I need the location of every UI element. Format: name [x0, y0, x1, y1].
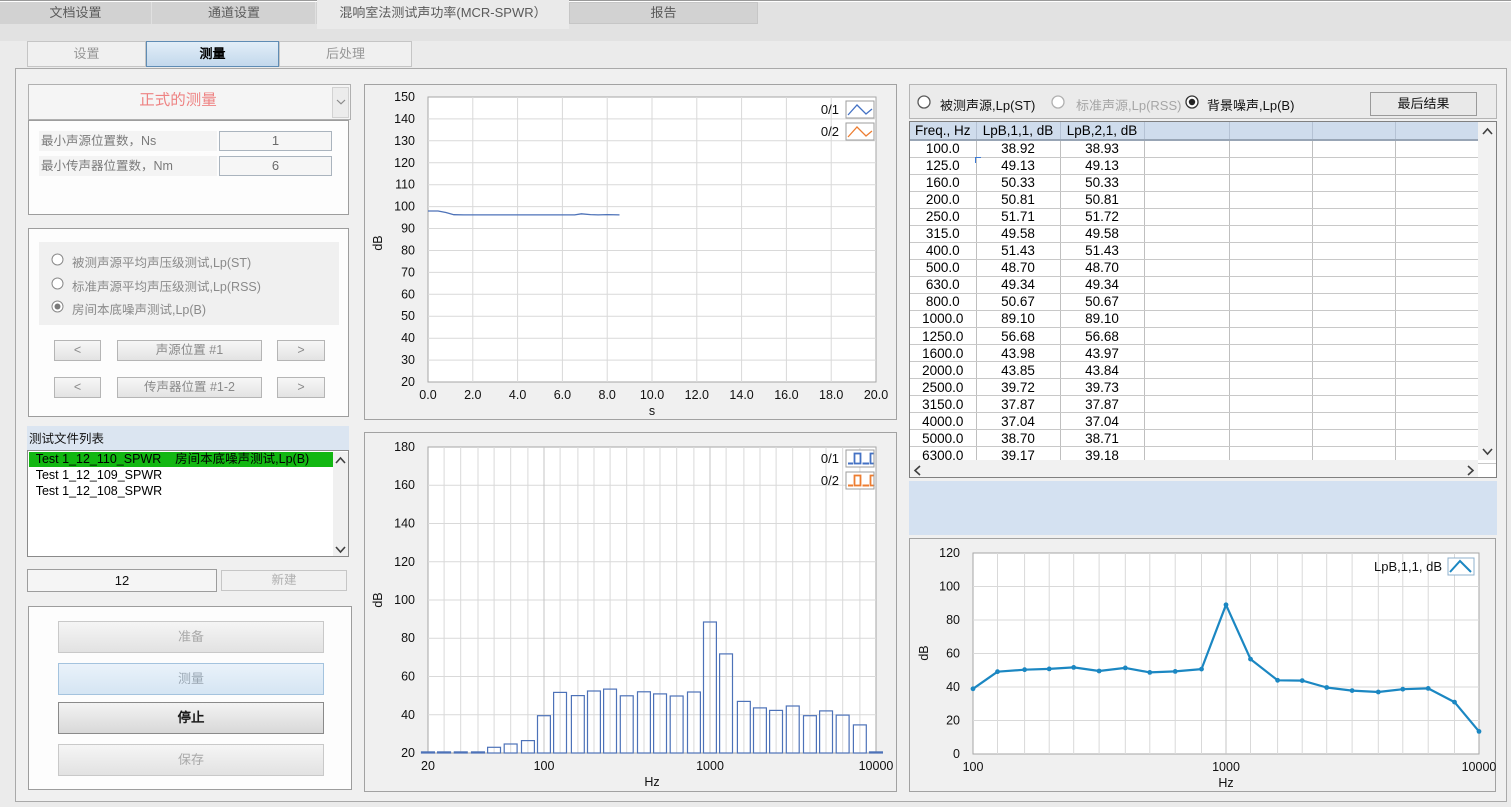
svg-text:70: 70	[401, 265, 415, 279]
svg-text:40: 40	[946, 680, 960, 694]
svg-text:100: 100	[394, 593, 415, 607]
svg-text:110: 110	[395, 178, 415, 192]
svg-text:60: 60	[401, 670, 415, 684]
svg-text:14.0: 14.0	[729, 388, 753, 402]
svg-text:20: 20	[946, 714, 960, 728]
svg-text:20: 20	[421, 759, 435, 773]
svg-text:120: 120	[394, 156, 415, 170]
svg-text:dB: dB	[917, 645, 931, 660]
svg-text:1000: 1000	[1212, 760, 1240, 774]
svg-text:100: 100	[534, 759, 555, 773]
svg-text:80: 80	[401, 631, 415, 645]
svg-text:140: 140	[394, 112, 415, 126]
svg-text:18.0: 18.0	[819, 388, 843, 402]
svg-text:12.0: 12.0	[685, 388, 709, 402]
svg-text:Hz: Hz	[1218, 776, 1233, 790]
svg-text:16.0: 16.0	[774, 388, 798, 402]
svg-text:0.0: 0.0	[419, 388, 436, 402]
svg-text:140: 140	[394, 517, 415, 531]
svg-text:LpB,1,1, dB: LpB,1,1, dB	[1374, 559, 1442, 574]
svg-text:8.0: 8.0	[599, 388, 616, 402]
svg-text:10000: 10000	[859, 759, 894, 773]
svg-text:20.0: 20.0	[864, 388, 888, 402]
svg-text:4.0: 4.0	[509, 388, 526, 402]
svg-text:90: 90	[401, 222, 415, 236]
svg-text:50: 50	[401, 309, 415, 323]
svg-text:80: 80	[401, 244, 415, 258]
svg-text:0/2: 0/2	[821, 124, 839, 139]
svg-text:130: 130	[394, 134, 415, 148]
svg-text:s: s	[649, 404, 655, 418]
svg-text:40: 40	[401, 708, 415, 722]
svg-text:40: 40	[401, 331, 415, 345]
svg-text:20: 20	[401, 375, 415, 389]
svg-text:dB: dB	[371, 592, 385, 607]
svg-text:100: 100	[394, 200, 415, 214]
svg-text:120: 120	[394, 555, 415, 569]
svg-text:2.0: 2.0	[464, 388, 481, 402]
svg-text:100: 100	[963, 760, 984, 774]
svg-text:0/2: 0/2	[821, 473, 839, 488]
svg-text:150: 150	[394, 90, 415, 104]
svg-text:20: 20	[401, 746, 415, 760]
svg-text:120: 120	[939, 546, 960, 560]
svg-text:10.0: 10.0	[640, 388, 664, 402]
svg-text:1000: 1000	[696, 759, 724, 773]
svg-text:0/1: 0/1	[821, 451, 839, 466]
svg-text:10000: 10000	[1462, 760, 1496, 774]
svg-text:Hz: Hz	[644, 775, 659, 789]
svg-text:60: 60	[946, 647, 960, 661]
svg-text:60: 60	[401, 287, 415, 301]
svg-text:6.0: 6.0	[554, 388, 571, 402]
svg-text:dB: dB	[371, 235, 385, 250]
svg-text:30: 30	[401, 353, 415, 367]
svg-text:180: 180	[394, 440, 415, 454]
svg-text:80: 80	[946, 613, 960, 627]
svg-text:0/1: 0/1	[821, 102, 839, 117]
svg-text:0: 0	[953, 747, 960, 761]
svg-text:160: 160	[394, 478, 415, 492]
svg-text:100: 100	[939, 580, 960, 594]
